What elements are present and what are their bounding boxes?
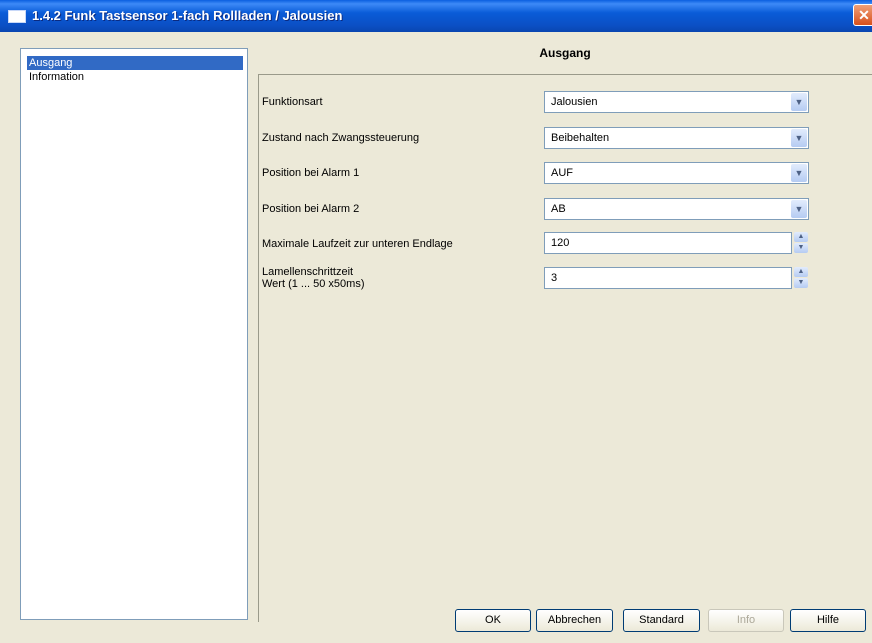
label-alarm2: Position bei Alarm 2 (262, 203, 360, 215)
chevron-down-icon[interactable]: ▼ (791, 164, 807, 182)
laufzeit-input[interactable]: 120 (544, 232, 792, 254)
arrow-down-icon[interactable]: ▼ (794, 278, 808, 288)
tree-item-information[interactable]: Information (27, 70, 86, 84)
zustand-select[interactable]: Beibehalten ▼ (544, 127, 809, 149)
chevron-down-icon[interactable]: ▼ (791, 200, 807, 218)
arrow-down-icon[interactable]: ▼ (794, 243, 808, 253)
funktionsart-value: Jalousien (551, 96, 598, 108)
arrow-up-icon[interactable]: ▲ (794, 267, 808, 277)
help-button[interactable]: Hilfe (790, 609, 866, 632)
arrow-up-icon[interactable]: ▲ (794, 232, 808, 242)
chevron-down-icon[interactable]: ▼ (791, 93, 807, 111)
alarm2-value: AB (551, 203, 566, 215)
standard-button[interactable]: Standard (623, 609, 700, 632)
parameter-panel (258, 74, 872, 622)
panel-title: Ausgang (539, 46, 591, 60)
ok-button[interactable]: OK (455, 609, 531, 632)
lamellen-spinner[interactable]: ▲ ▼ (794, 267, 808, 289)
zustand-value: Beibehalten (551, 132, 610, 144)
cancel-button[interactable]: Abbrechen (536, 609, 613, 632)
chevron-down-icon[interactable]: ▼ (791, 129, 807, 147)
alarm1-select[interactable]: AUF ▼ (544, 162, 809, 184)
laufzeit-spinner[interactable]: ▲ ▼ (794, 232, 808, 254)
label-lamellen: Lamellenschrittzeit (262, 266, 354, 278)
window-title: 1.4.2 Funk Tastsensor 1-fach Rollladen /… (32, 8, 343, 23)
alarm2-select[interactable]: AB ▼ (544, 198, 809, 220)
label-laufzeit: Maximale Laufzeit zur unteren Endlage (262, 238, 453, 250)
navigation-tree: Ausgang Information (20, 48, 248, 620)
label-funktionsart: Funktionsart (262, 96, 323, 108)
app-icon (8, 10, 26, 23)
alarm1-value: AUF (551, 167, 573, 179)
funktionsart-select[interactable]: Jalousien ▼ (544, 91, 809, 113)
tree-item-ausgang[interactable]: Ausgang (27, 56, 243, 70)
lamellen-input[interactable]: 3 (544, 267, 792, 289)
label-alarm1: Position bei Alarm 1 (262, 167, 360, 179)
title-bar[interactable]: 1.4.2 Funk Tastsensor 1-fach Rollladen /… (0, 0, 872, 32)
laufzeit-value: 120 (551, 237, 570, 249)
lamellen-value: 3 (551, 272, 558, 284)
info-button[interactable]: Info (708, 609, 784, 632)
label-zustand: Zustand nach Zwangssteuerung (262, 132, 420, 144)
close-button[interactable]: ✕ (853, 4, 872, 26)
label-lamellen-range: Wert (1 ... 50 x50ms) (262, 278, 365, 290)
